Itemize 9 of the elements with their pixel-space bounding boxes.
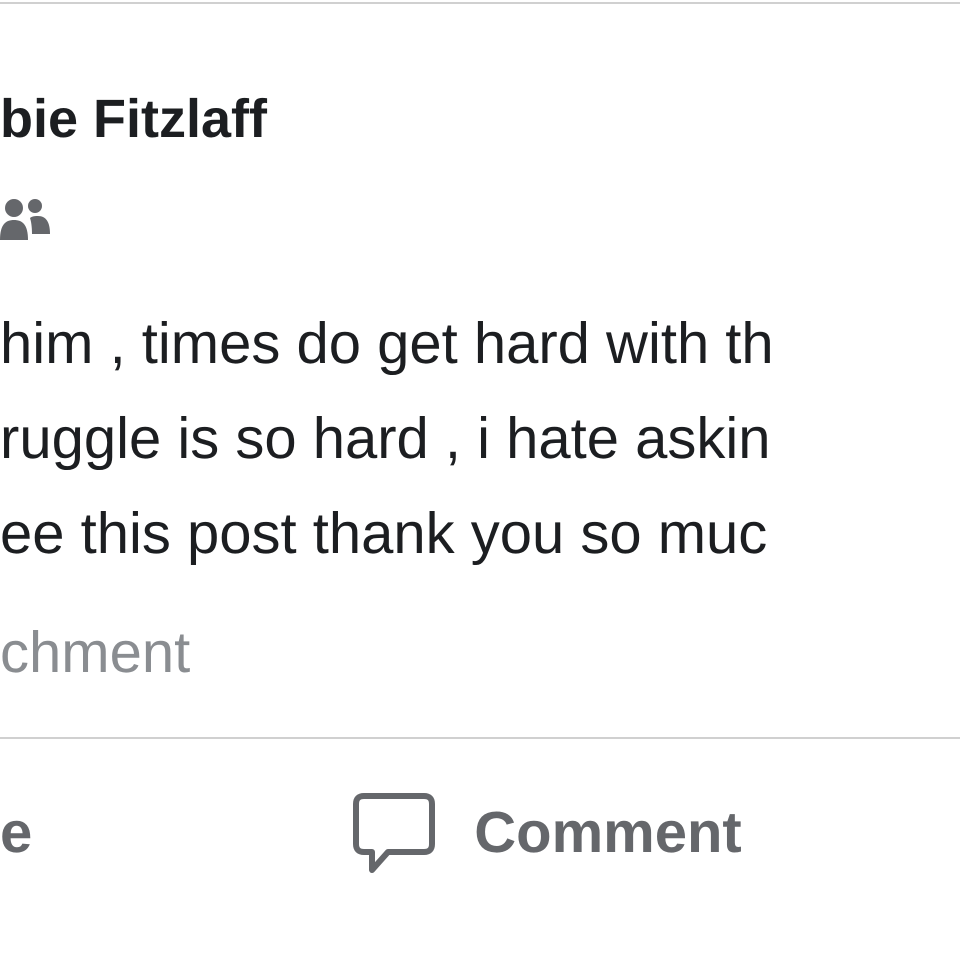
action-button[interactable]: e [0,804,32,862]
speech-bubble-icon [352,792,436,874]
post-text-line: ee this post thank you so muc [0,500,768,568]
author-name[interactable]: bie Fitzlaff [0,92,960,156]
attachment-label: chment [0,619,192,687]
post-text-line: him , times do get hard with th [0,310,774,378]
post-text-line: ruggle is so hard , i hate askin [0,405,771,473]
comment-button[interactable]: Comment [352,792,742,874]
friends-icon [0,196,50,240]
